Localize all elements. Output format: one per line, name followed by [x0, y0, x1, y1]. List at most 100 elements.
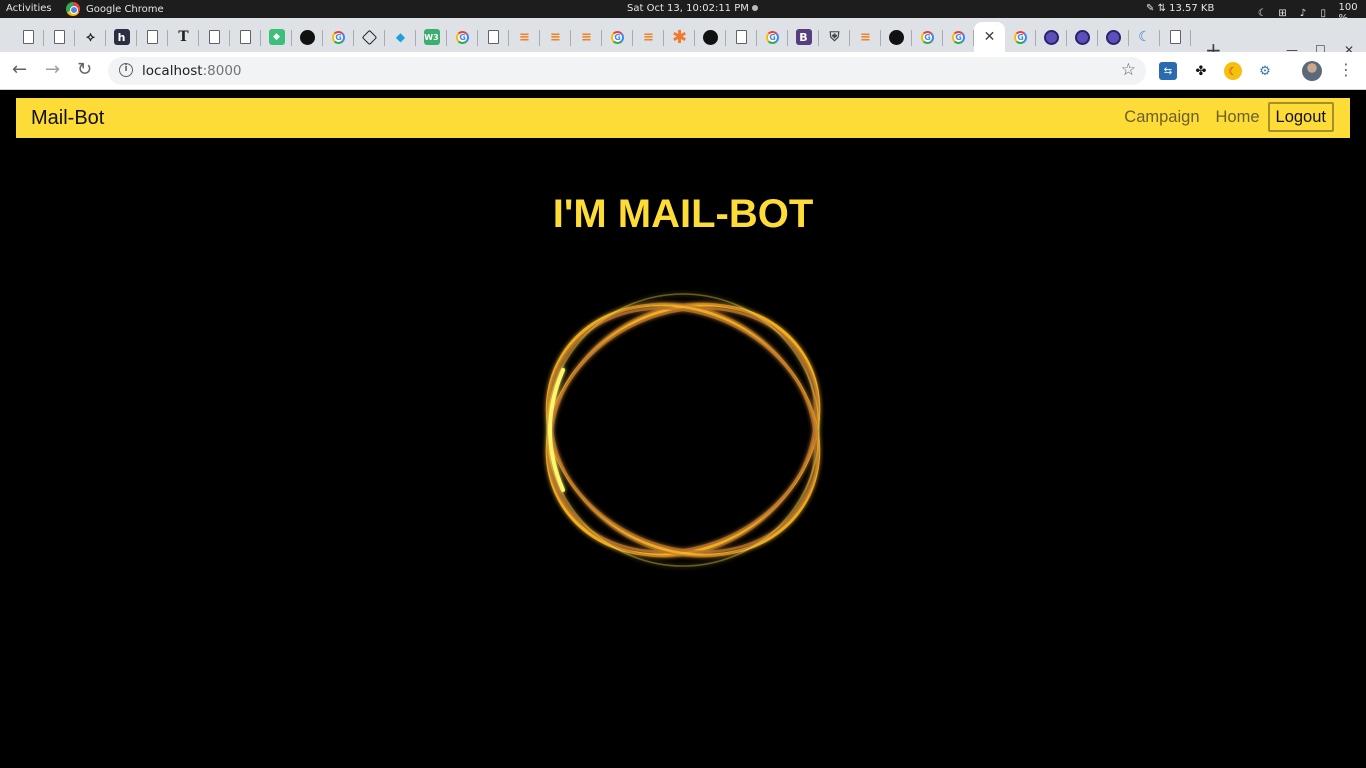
page-icon — [240, 30, 251, 44]
browser-menu-icon[interactable]: ⋮ — [1338, 60, 1354, 79]
extension-python-icon[interactable]: ⚙ — [1256, 62, 1274, 80]
tab-strip: + — ☐ ✕ ⟡ h T ◆ G ◆ W3 G ≡ ≡ ≡ G ≡ ✱ G B ⛨ ≡ G G ✕ G ☾ — [0, 18, 1366, 60]
night-light-icon: ☾ — [1257, 7, 1267, 19]
browser-tab[interactable] — [1160, 22, 1191, 52]
google-icon: G — [1014, 30, 1027, 44]
ring-highlight — [548, 368, 565, 492]
browser-tab[interactable] — [695, 22, 726, 52]
browser-tab[interactable]: ≡ — [509, 22, 540, 52]
browser-tab[interactable] — [1067, 22, 1098, 52]
glow-ring — [549, 302, 817, 558]
close-icon[interactable]: ✕ — [984, 29, 996, 45]
system-top-bar: Activities Google Chrome Sat Oct 13, 10:… — [0, 0, 1366, 24]
browser-tab[interactable]: ⟡ — [75, 22, 106, 52]
browser-tab[interactable] — [137, 22, 168, 52]
app-menu[interactable]: Google Chrome — [66, 2, 164, 16]
browser-tab[interactable]: T — [168, 22, 199, 52]
forward-button[interactable]: → — [45, 60, 60, 80]
nav-campaign-link[interactable]: Campaign — [1116, 102, 1207, 132]
browser-tab[interactable] — [881, 22, 912, 52]
browser-tab[interactable]: ✱ — [664, 22, 695, 52]
google-icon: G — [952, 30, 965, 44]
notification-dot-icon — [751, 5, 758, 11]
extension-moon-icon[interactable]: ☾ — [1224, 62, 1242, 80]
brand-logo-text[interactable]: Mail-Bot — [31, 107, 104, 130]
browser-tab[interactable]: G — [757, 22, 788, 52]
browser-tab[interactable] — [726, 22, 757, 52]
reload-button[interactable]: ↻ — [77, 60, 92, 80]
logout-button[interactable]: Logout — [1267, 102, 1334, 132]
browser-tab[interactable] — [478, 22, 509, 52]
browser-tab[interactable]: G — [602, 22, 633, 52]
browser-tab[interactable] — [13, 22, 44, 52]
battery-icon: ▯ — [1320, 7, 1327, 19]
browser-tab[interactable] — [230, 22, 261, 52]
rings-graphic — [545, 293, 821, 567]
browser-tab[interactable]: G — [943, 22, 974, 52]
code-icon: ◆ — [395, 30, 406, 44]
browser-tab[interactable]: G — [323, 22, 354, 52]
net-speed-indicator[interactable]: ✎ ⇅ 13.57 KB — [1146, 3, 1214, 14]
browser-tab[interactable]: ◆ — [261, 22, 292, 52]
profile-avatar[interactable] — [1302, 61, 1322, 81]
bookmark-star-icon[interactable]: ☆ — [1121, 60, 1136, 80]
browser-tab[interactable]: ☾ — [1129, 22, 1160, 52]
page-icon — [147, 30, 158, 44]
browser-tab[interactable]: ✕ — [974, 22, 1005, 52]
net-speed-text: ⇅ 13.57 KB — [1157, 3, 1215, 14]
browser-tab[interactable] — [44, 22, 75, 52]
browser-tab[interactable] — [292, 22, 323, 52]
browser-tab[interactable]: B — [788, 22, 819, 52]
stackoverflow-icon: ≡ — [519, 29, 530, 45]
google-icon: G — [766, 30, 779, 44]
browser-tab[interactable]: ◆ — [385, 22, 416, 52]
browser-tab[interactable]: ≡ — [540, 22, 571, 52]
address-bar[interactable]: i localhost:8000 ☆ — [108, 57, 1146, 85]
browser-tab[interactable] — [1098, 22, 1129, 52]
browser-tab[interactable]: G — [447, 22, 478, 52]
github-icon — [703, 29, 718, 45]
site-info-icon[interactable]: i — [119, 63, 133, 77]
network-icon: ⊞ — [1278, 7, 1287, 19]
nav-home-link[interactable]: Home — [1208, 102, 1268, 132]
browser-tab[interactable] — [354, 22, 385, 52]
stackoverflow-icon: ≡ — [860, 29, 871, 45]
extension-gnome-icon[interactable]: ✤ — [1192, 62, 1210, 80]
circle-app-icon — [1044, 29, 1059, 45]
browser-tab[interactable]: G — [1005, 22, 1036, 52]
glow-ring — [546, 307, 820, 553]
browser-tab[interactable]: ≡ — [633, 22, 664, 52]
glow-ring — [545, 303, 821, 557]
url-host: localhost — [142, 63, 203, 79]
volume-icon: ♪ — [1299, 7, 1307, 19]
browser-tab[interactable]: ≡ — [850, 22, 881, 52]
system-clock[interactable]: Sat Oct 13, 10:02:11 PM — [627, 3, 758, 14]
browser-tab[interactable]: ≡ — [571, 22, 602, 52]
glow-ring — [546, 307, 820, 553]
browser-tab[interactable]: W3 — [416, 22, 447, 52]
url-text[interactable]: localhost:8000 — [142, 63, 242, 79]
nav-links: Campaign Home Logout — [1116, 102, 1334, 132]
browser-tab[interactable]: h — [106, 22, 137, 52]
browser-tab[interactable]: ⛨ — [819, 22, 850, 52]
browser-tab[interactable] — [1036, 22, 1067, 52]
circle-app-icon — [1106, 29, 1121, 45]
stackoverflow-icon: ≡ — [581, 29, 592, 45]
url-port: :8000 — [202, 63, 242, 79]
leaf-icon: ⟡ — [86, 29, 95, 45]
green-app-icon: ◆ — [268, 29, 285, 45]
site-navbar: Mail-Bot Campaign Home Logout — [16, 98, 1350, 138]
shield-icon: ⛨ — [829, 29, 840, 45]
google-icon: G — [611, 30, 624, 44]
activities-button[interactable]: Activities — [6, 3, 52, 14]
typography-icon: T — [178, 29, 189, 45]
asterisk-icon: ✱ — [671, 26, 688, 48]
browser-tab[interactable]: G — [912, 22, 943, 52]
page-icon — [23, 30, 34, 44]
stackoverflow-icon: ≡ — [550, 29, 561, 45]
back-button[interactable]: ← — [12, 60, 27, 80]
extension-translate-icon[interactable]: ⇆ — [1159, 62, 1177, 80]
browser-tab[interactable] — [199, 22, 230, 52]
spiral-icon: ☾ — [1138, 29, 1151, 45]
browser-toolbar: ← → ↻ i localhost:8000 ☆ ⇆ ✤ ☾ ⚙ ⋮ — [0, 52, 1366, 90]
